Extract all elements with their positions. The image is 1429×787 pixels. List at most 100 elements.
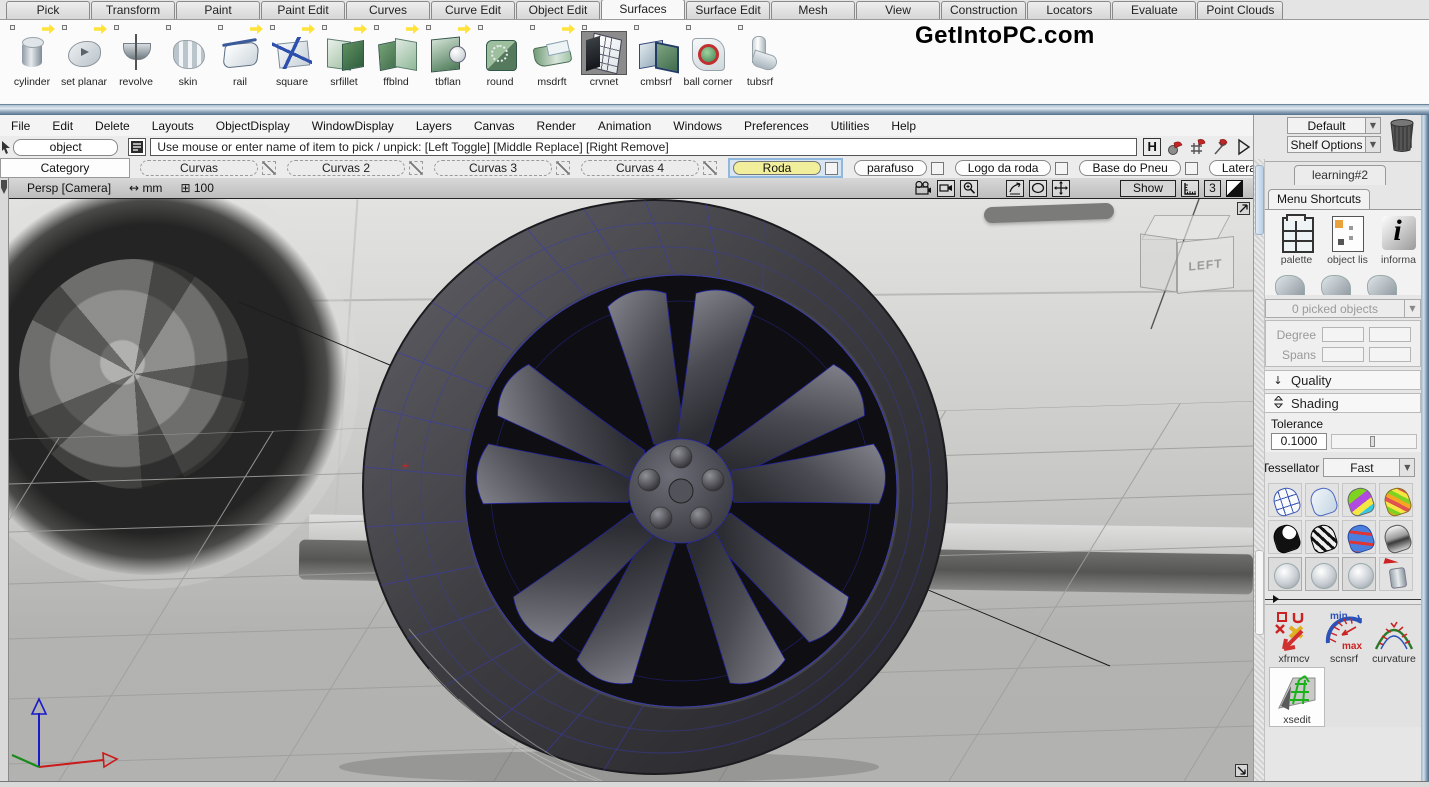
shelf-set-dropdown[interactable]: Default ▼ xyxy=(1287,117,1381,134)
tool-option-box-icon[interactable] xyxy=(634,25,639,30)
quality-section-header[interactable]: ↓ Quality xyxy=(1265,370,1421,390)
menu-item[interactable]: Help xyxy=(880,119,927,133)
shelf-tool[interactable]: round xyxy=(474,23,526,103)
layer-button[interactable]: parafuso xyxy=(854,160,927,176)
tool-option-box-icon[interactable] xyxy=(426,25,431,30)
menu-item[interactable]: Edit xyxy=(41,119,84,133)
layer-button[interactable]: Base do Pneu xyxy=(1079,160,1180,176)
layer-checkbox[interactable] xyxy=(931,162,944,175)
show-menu-button[interactable]: Show xyxy=(1120,180,1176,197)
zoom-icon[interactable] xyxy=(960,180,978,197)
lasso-select-icon[interactable] xyxy=(1029,180,1047,197)
window-count-button[interactable]: 3 xyxy=(1204,180,1221,197)
viewport-resize-handle[interactable] xyxy=(1237,202,1250,215)
shelf-tab[interactable]: Construction xyxy=(941,1,1026,19)
menu-item[interactable]: Render xyxy=(526,119,587,133)
panel-scrollbar-thumb[interactable] xyxy=(1255,165,1264,235)
shelf-tab[interactable]: Curve Edit xyxy=(431,1,515,19)
panel-splitter[interactable] xyxy=(1265,599,1421,600)
picked-objects-dropdown[interactable]: 0 picked objects ▼ xyxy=(1265,299,1421,318)
menu-item[interactable]: Layouts xyxy=(141,119,205,133)
surface-evaluation-icon[interactable] xyxy=(1379,483,1413,517)
tool-option-box-icon[interactable] xyxy=(530,25,535,30)
menu-item[interactable]: Preferences xyxy=(733,119,820,133)
reflection-shade-icon[interactable] xyxy=(1379,520,1413,554)
camera-icon[interactable] xyxy=(914,180,932,197)
clipped-tool-icon[interactable] xyxy=(1275,275,1305,295)
shelf-tool[interactable]: srfillet xyxy=(318,23,370,103)
tool-option-box-icon[interactable] xyxy=(686,25,691,30)
shelf-tool[interactable]: ffblnd xyxy=(370,23,422,103)
multicolor-shade-icon[interactable] xyxy=(1342,483,1376,517)
shelf-tool[interactable]: tubsrf xyxy=(734,23,786,103)
layer-category-button[interactable]: Category xyxy=(0,158,130,178)
menu-item[interactable]: ObjectDisplay xyxy=(205,119,301,133)
ball-diagnostic-icon[interactable] xyxy=(1305,557,1339,591)
history-button[interactable]: H xyxy=(1143,138,1161,156)
menu-item[interactable]: Delete xyxy=(84,119,141,133)
shelf-tab[interactable]: Surface Edit xyxy=(686,1,770,19)
shelf-tool[interactable]: crvnet xyxy=(578,23,630,103)
xsedit-tool[interactable]: xsedit xyxy=(1269,667,1325,727)
tab-learning-shelf[interactable]: learning#2 xyxy=(1294,165,1386,185)
layer-checkbox[interactable] xyxy=(1055,162,1068,175)
tool-option-box-icon[interactable] xyxy=(62,25,67,30)
dropdown-arrow-icon[interactable]: ▼ xyxy=(1365,118,1380,133)
shelf-tab[interactable]: Evaluate xyxy=(1112,1,1196,19)
clipped-tool-icon[interactable] xyxy=(1367,275,1397,295)
shelf-options-dropdown[interactable]: Shelf Options ▼ xyxy=(1287,136,1381,153)
perspective-viewport[interactable]: Persp [Camera] ↔ mm ⊞ 100 Sho xyxy=(0,178,1253,781)
dropdown-arrow-icon[interactable]: ▼ xyxy=(1365,137,1380,152)
zebra-stripes-icon[interactable] xyxy=(1305,520,1339,554)
layer-state-icon[interactable] xyxy=(556,161,570,175)
paint-spray-icon[interactable] xyxy=(1379,557,1413,591)
shelf-tab[interactable]: Paint Edit xyxy=(261,1,345,19)
pan-icon[interactable] xyxy=(1052,180,1070,197)
camera-view-icon[interactable] xyxy=(937,180,955,197)
shelf-tab[interactable]: Object Edit xyxy=(516,1,600,19)
shading-section-header[interactable]: Shading xyxy=(1265,393,1421,413)
tab-menu-shortcuts[interactable]: Menu Shortcuts xyxy=(1268,189,1370,209)
shelf-tool[interactable]: tbflan xyxy=(422,23,474,103)
pick-object-icon[interactable] xyxy=(1165,138,1184,157)
pick-template-icon[interactable] xyxy=(1211,138,1230,157)
shelf-tool[interactable]: skin xyxy=(162,23,214,103)
layer-button[interactable]: Curvas 4 xyxy=(581,160,699,176)
viewport-canvas[interactable]: LEFT + xyxy=(9,199,1253,781)
viewport-resize-handle[interactable] xyxy=(1235,764,1248,777)
shade-toggle-icon[interactable] xyxy=(1226,180,1243,197)
tool-option-box-icon[interactable] xyxy=(478,25,483,30)
wireframe-shade-icon[interactable] xyxy=(1268,483,1302,517)
tool-option-box-icon[interactable] xyxy=(10,25,15,30)
ball-diagnostic-icon[interactable] xyxy=(1342,557,1376,591)
layer-button[interactable]: Curvas xyxy=(140,160,258,176)
layer-state-icon[interactable] xyxy=(262,161,276,175)
menu-item[interactable]: Utilities xyxy=(820,119,881,133)
tool-option-box-icon[interactable] xyxy=(374,25,379,30)
tool-option-box-icon[interactable] xyxy=(114,25,119,30)
prompt-list-button[interactable] xyxy=(128,138,146,156)
menu-item[interactable]: Canvas xyxy=(463,119,526,133)
clipped-tool-icon[interactable] xyxy=(1321,275,1351,295)
spans-field-u[interactable] xyxy=(1322,347,1364,362)
shelf-tool[interactable]: msdrft xyxy=(526,23,578,103)
tool-option-box-icon[interactable] xyxy=(738,25,743,30)
shelf-tab[interactable]: Surfaces xyxy=(601,0,685,19)
shelf-tab[interactable]: Mesh xyxy=(771,1,855,19)
shelf-tool[interactable]: ball corner xyxy=(682,23,734,103)
shelf-tool[interactable]: cylinder xyxy=(6,23,58,103)
tool-option-box-icon[interactable] xyxy=(322,25,327,30)
pick-component-icon[interactable] xyxy=(1188,138,1207,157)
tessellator-dropdown[interactable]: Fast ▼ xyxy=(1323,458,1415,477)
shortcut-tool[interactable]: object lis xyxy=(1322,214,1373,275)
menu-item[interactable]: Animation xyxy=(587,119,662,133)
shelf-tool[interactable]: rail xyxy=(214,23,266,103)
shelf-tab[interactable]: Locators xyxy=(1027,1,1111,19)
slider-thumb[interactable] xyxy=(1370,436,1375,447)
prompt-expand-icon[interactable] xyxy=(1234,138,1253,157)
degree-field-u[interactable] xyxy=(1322,327,1364,342)
shelf-tab[interactable]: Curves xyxy=(346,1,430,19)
tool-option-box-icon[interactable] xyxy=(166,25,171,30)
active-layer-button[interactable]: Roda xyxy=(733,161,821,175)
tool-option-box-icon[interactable] xyxy=(270,25,275,30)
